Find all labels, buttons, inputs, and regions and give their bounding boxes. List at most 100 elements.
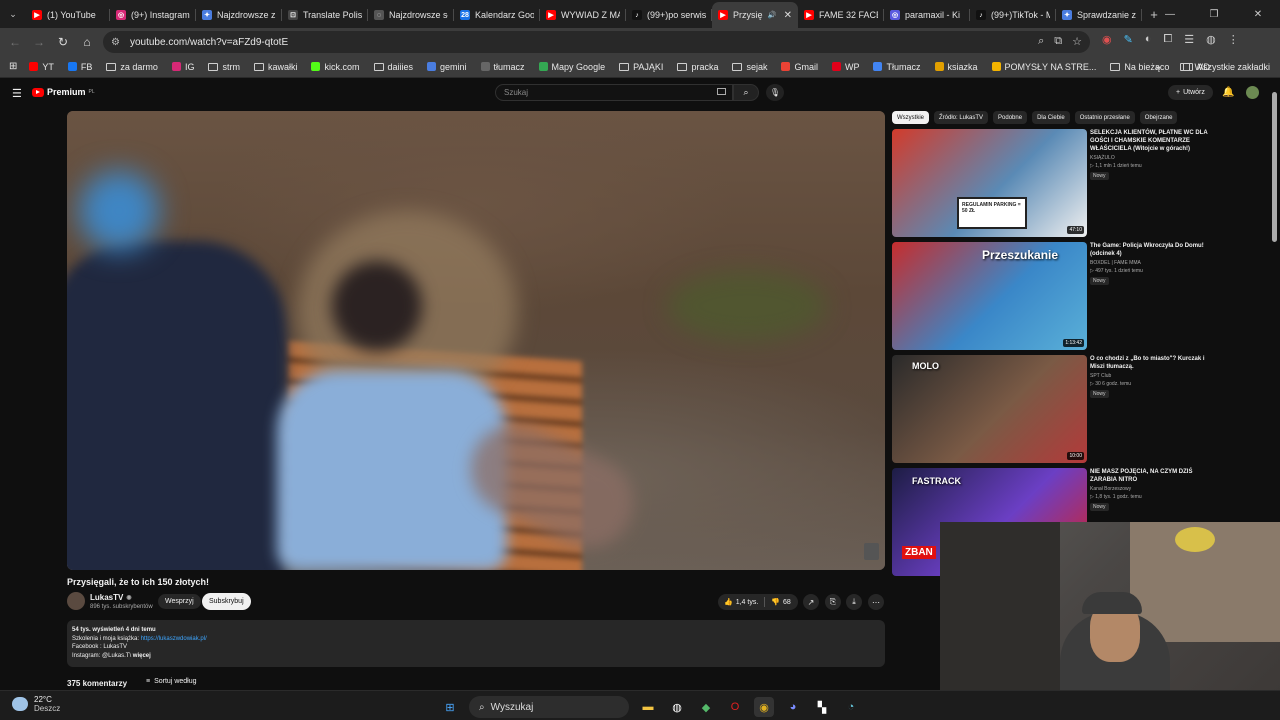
home-button[interactable]: ⌂ (75, 30, 99, 54)
account-avatar[interactable] (1246, 86, 1259, 99)
recommended-channel[interactable]: KSIĄŻULO (1090, 155, 1115, 161)
browser-icon[interactable]: ◆ (696, 697, 716, 717)
recommended-title[interactable]: NIE MASZ POJĘCIA, NA CZYM DZIŚ ZARABIA N… (1090, 468, 1210, 484)
save-button[interactable]: ⎘ (825, 594, 841, 610)
bookmark-item[interactable]: FB (67, 62, 92, 72)
bookmark-item[interactable]: WP (831, 62, 859, 72)
youtube-search-input[interactable]: Szukaj (495, 84, 733, 101)
sort-comments-button[interactable]: ≡ Sortuj według (146, 678, 197, 685)
browser-tab[interactable]: ▶ WYWIAD Z MA (540, 2, 626, 28)
globe-app-icon[interactable]: ◔ (841, 697, 861, 717)
filter-chip[interactable]: Dla Ciebie (1032, 111, 1070, 124)
show-more-link[interactable]: więcej (133, 653, 151, 659)
bookmarks-overflow-icon[interactable]: » (1155, 62, 1160, 72)
youtube-logo[interactable]: Premium PL (32, 87, 95, 97)
browser-tab[interactable]: ▶ Przysię 🔊 ✕ (712, 2, 798, 28)
more-actions-button[interactable]: ⋯ (868, 594, 884, 610)
join-button[interactable]: Wesprzyj (158, 594, 201, 609)
browser-tab[interactable]: ▶ FAME 32 FACE (798, 2, 884, 28)
extensions-puzzle-icon[interactable]: ⧠ (1163, 33, 1172, 46)
close-window-icon[interactable]: ✕ (1236, 0, 1280, 28)
subscribe-button[interactable]: Subskrybuj (202, 593, 251, 610)
bookmark-item[interactable]: gemini (427, 62, 467, 72)
description-box[interactable]: 54 tys. wyświetleń 4 dni temu Szkolenia … (67, 620, 885, 667)
recommended-title[interactable]: O co chodzi z „Bo to miasto"? Kurczak i … (1090, 355, 1210, 371)
bookmark-item[interactable]: tłumacz (480, 62, 525, 72)
video-thumbnail[interactable]: MOLO 10:00 (892, 355, 1087, 463)
video-thumbnail[interactable]: REGULAMIN PARKING = 50 ZŁ 47:10 (892, 129, 1087, 237)
browser-tab[interactable]: 28 Kalendarz Goo (454, 2, 540, 28)
bookmark-item[interactable]: YT (29, 62, 54, 72)
bookmark-star-icon[interactable]: ☆ (1072, 35, 1082, 48)
menu-dots-icon[interactable]: ⋮ (1228, 33, 1239, 46)
description-link[interactable]: https://lukaszwdowiak.pl/ (141, 636, 207, 642)
bookmark-item[interactable]: sejak (732, 62, 767, 72)
tab-search-icon[interactable]: ⌄ (0, 0, 26, 28)
extension-icon[interactable]: ◐ (1145, 33, 1152, 46)
bookmark-item[interactable]: pracka (677, 62, 718, 72)
weather-widget[interactable]: 22°C Deszcz (12, 695, 60, 713)
tab-audio-icon[interactable]: 🔊 (768, 11, 777, 19)
opera-icon[interactable]: O (725, 697, 745, 717)
channel-name[interactable]: LukasTV ◉ (90, 593, 132, 602)
apps-grid-icon[interactable]: ⊞ (9, 61, 17, 72)
voice-search-icon[interactable]: 🎙 (766, 84, 784, 101)
notifications-bell-icon[interactable]: 🔔 (1222, 87, 1234, 98)
windows-start-icon[interactable]: ⊞ (440, 697, 460, 717)
recommended-channel[interactable]: Kanał Borzeszowy (1090, 486, 1131, 492)
browser-tab[interactable]: ♪ (99+)TikTok - M (970, 2, 1056, 28)
taskbar-search[interactable]: ⌕ Wyszukaj (469, 696, 629, 718)
like-button[interactable]: 👍 1,4 tys. (718, 598, 764, 607)
bookmark-item[interactable]: kawałki (253, 62, 297, 72)
bookmark-item[interactable]: Mapy Google (538, 62, 605, 72)
close-tab-icon[interactable]: ✕ (784, 10, 792, 21)
reload-button[interactable]: ↻ (51, 30, 75, 54)
browser-tab[interactable]: ◎ paramaxil - Ki (884, 2, 970, 28)
url-field[interactable]: ⚙ youtube.com/watch?v=aFZd9-qtotE ⌕ ⧉ ☆ (103, 31, 1090, 53)
bookmark-item[interactable]: PAJĄKI (619, 62, 663, 72)
site-info-icon[interactable]: ⚙ (111, 37, 120, 48)
recommended-channel[interactable]: BOXDEL | FAME MMA (1090, 260, 1141, 266)
chrome-icon[interactable]: ◉ (754, 697, 774, 717)
video-player[interactable] (67, 111, 885, 570)
keyboard-icon[interactable] (717, 88, 726, 95)
profile-icon[interactable]: ◍ (1206, 33, 1216, 46)
file-explorer-icon[interactable]: ▬ (638, 697, 658, 717)
filter-chip[interactable]: Wszystkie (892, 111, 929, 124)
back-button[interactable]: ← (3, 30, 27, 54)
bookmark-item[interactable]: POMYSŁY NA STRE... (991, 62, 1096, 72)
browser-tab[interactable]: ◌ Najzdrowsze sł (368, 2, 454, 28)
recommended-video[interactable]: Przeszukanie 1:13:42 The Game: Policja Wkr… (892, 242, 1212, 352)
maximize-icon[interactable]: ❐ (1192, 0, 1236, 28)
bookmark-item[interactable]: Tłumacz (873, 62, 921, 72)
minimize-icon[interactable]: — (1148, 0, 1192, 28)
translate-extension-icon[interactable]: ✎ (1124, 33, 1133, 46)
browser-tab[interactable]: ✦ Sprawdzanie z (1056, 2, 1142, 28)
menu-hamburger-icon[interactable]: ☰ (12, 87, 22, 100)
bookmark-item[interactable]: IG (171, 62, 194, 72)
filter-chip[interactable]: Ostatnio przesłane (1074, 111, 1135, 124)
dislike-button[interactable]: 👎 68 (765, 598, 797, 607)
capcut-icon[interactable]: ▚ (812, 697, 832, 717)
record-extension-icon[interactable]: ◉ (1102, 33, 1112, 46)
recommended-title[interactable]: SELEKCJA KLIENTÓW, PŁATNE WC DLA GOŚCI I… (1090, 129, 1210, 153)
video-thumbnail[interactable]: Przeszukanie 1:13:42 (892, 242, 1087, 350)
recommended-video[interactable]: REGULAMIN PARKING = 50 ZŁ 47:10 SELEKCJA K… (892, 129, 1212, 239)
page-scrollbar[interactable] (1272, 92, 1277, 242)
bookmark-item[interactable]: daiiies (373, 62, 413, 72)
filter-chip[interactable]: Obejrzane (1139, 111, 1178, 124)
bookmark-item[interactable]: kick.com (311, 62, 360, 72)
browser-tab[interactable]: ▶ (1) YouTube (26, 2, 110, 28)
share-button[interactable]: ↗ (803, 594, 819, 610)
create-button[interactable]: + Utwórz (1168, 85, 1213, 100)
browser-tab[interactable]: ♪ (99+)po serwis (626, 2, 712, 28)
recommended-video[interactable]: MOLO 10:00 O co chodzi z „Bo to miasto"? K… (892, 355, 1212, 465)
all-bookmarks-folder[interactable]: Wszystkie zakładki (1180, 62, 1270, 72)
discord-icon[interactable]: ◕ (783, 697, 803, 717)
channel-avatar[interactable] (67, 592, 85, 610)
bookmark-item[interactable]: za darmo (106, 62, 158, 72)
recommended-title[interactable]: The Game: Policja Wkroczyła Do Domu! (od… (1090, 242, 1210, 258)
install-icon[interactable]: ⧉ (1054, 35, 1062, 48)
bookmark-item[interactable]: ksiazka (934, 62, 978, 72)
bookmark-item[interactable]: Gmail (781, 62, 818, 72)
